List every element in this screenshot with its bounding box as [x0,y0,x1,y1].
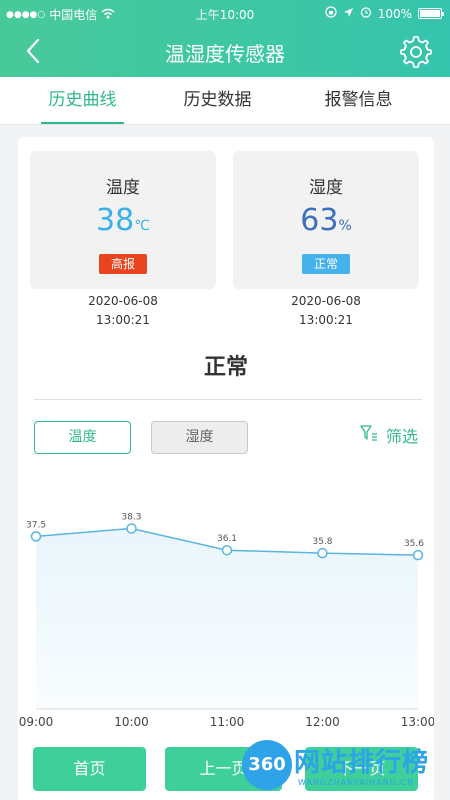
chart-point [30,531,42,542]
tab-alarm-info[interactable]: 报警信息 [317,77,400,125]
humidity-value: 63 [300,203,339,238]
tab-history-curve[interactable]: 历史曲线 [41,77,124,125]
rotation-lock-icon [325,6,337,21]
device-status-text: 正常 [203,355,248,380]
next-page-button[interactable]: 下一页 [305,747,418,791]
filter-label: 筛选 [385,427,418,446]
humidity-label: 湿度 [309,178,343,198]
status-bar: ●●●●○ 中国电信 上午10:00 100% [0,6,450,24]
chart-data-label: 38.3 [121,512,141,522]
humidity-timestamp: 2020-06-08 13:00:21 [233,292,419,330]
alarm-icon [360,6,372,21]
temperature-status-badge: 高报 [98,254,148,274]
humidity-status-badge: 正常 [301,254,351,274]
main-panel: 温度 38℃ 高报 2020-06-08 13:00:21 湿度 63% 正常 … [18,137,434,800]
humidity-card: 湿度 63% 正常 [233,151,419,289]
page-title: 温湿度传感器 [165,42,285,66]
chart-data-label: 35.6 [404,539,424,549]
battery-icon [418,8,444,19]
chart-x-tick-label: 10:00 [114,715,149,729]
prev-page-button[interactable]: 上一页 [165,747,282,791]
temperature-timestamp: 2020-06-08 13:00:21 [30,292,216,330]
chart-area [36,528,418,709]
filter-icon [360,425,378,445]
temperature-date: 2020-06-08 [88,294,158,308]
humidity-unit: % [338,218,352,234]
gear-icon[interactable] [398,34,432,68]
chart-point [221,544,233,556]
first-page-button[interactable]: 首页 [33,747,146,791]
location-icon [343,7,354,21]
nav-bar: 温湿度传感器 [0,28,450,74]
chart-point [126,523,137,534]
temperature-value-wrap: 38℃ [30,203,216,238]
humidity-value-wrap: 63% [233,203,419,238]
chart-data-label: 36.1 [217,534,237,544]
temperature-label: 温度 [106,178,140,198]
humidity-time: 13:00:21 [299,313,353,327]
chart-data-label: 35.8 [312,537,332,547]
temperature-time: 13:00:21 [96,313,150,327]
temperature-toggle-button[interactable]: 温度 [34,421,131,454]
app-header: ●●●●○ 中国电信 上午10:00 100% 温湿度传感器 [0,0,450,77]
temperature-card: 温度 38℃ 高报 [30,151,216,289]
temperature-unit: ℃ [134,218,150,234]
chart-x-tick-label: 09:00 [19,715,54,729]
chart-point [412,549,424,561]
chart-data-label: 37.5 [26,520,46,530]
temperature-value: 38 [96,203,135,238]
divider [34,399,422,400]
chart-point [317,547,328,559]
temperature-line-chart: 37.5 09:00 38.3 10:00 36.1 11:00 35.8 12:00 35.6… [19,512,434,729]
chart-x-tick-label: 13:00 [401,715,434,729]
tab-bar: 历史曲线 历史数据 报警信息 [0,77,450,125]
tab-history-data[interactable]: 历史数据 [176,77,259,125]
humidity-date: 2020-06-08 [291,294,361,308]
chart-x-tick-label: 11:00 [210,715,245,729]
filter-button[interactable]: 筛选 [360,423,418,447]
chart-x-tick-label: 12:00 [305,715,340,729]
battery-percent: 100% [377,6,412,21]
humidity-toggle-button[interactable]: 湿度 [151,421,248,454]
active-tab-indicator [41,122,124,124]
